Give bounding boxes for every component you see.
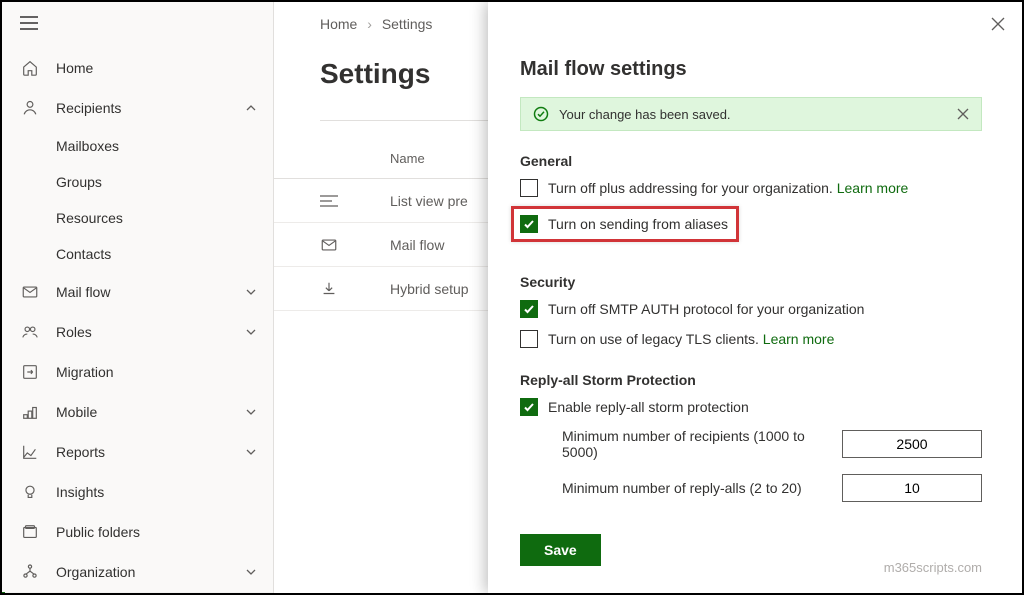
close-button[interactable] xyxy=(990,16,1006,32)
sidebar-item-public-folders[interactable]: Public folders xyxy=(2,512,273,552)
sidebar-label: Home xyxy=(56,60,257,76)
sidebar-item-mailflow[interactable]: Mail flow xyxy=(2,272,273,312)
sidebar-item-recipients[interactable]: Recipients xyxy=(2,88,273,128)
folders-icon xyxy=(20,522,40,542)
checkbox-storm-protection[interactable] xyxy=(520,398,538,416)
sidebar-sub-contacts[interactable]: Contacts xyxy=(2,236,273,272)
section-general: General xyxy=(520,153,982,169)
sidebar-item-settings[interactable]: Settings xyxy=(2,592,273,593)
checkbox-smtp-auth[interactable] xyxy=(520,300,538,318)
save-button[interactable]: Save xyxy=(520,534,601,566)
roles-icon xyxy=(20,322,40,342)
min-replyall-label: Minimum number of reply-alls (2 to 20) xyxy=(520,480,842,496)
column-name: Name xyxy=(390,151,425,166)
sidebar-item-roles[interactable]: Roles xyxy=(2,312,273,352)
sidebar: Home Recipients Mailboxes Groups Resourc… xyxy=(2,2,274,593)
sidebar-sub-resources[interactable]: Resources xyxy=(2,200,273,236)
sidebar-label: Mobile xyxy=(56,404,245,420)
sidebar-label: Organization xyxy=(56,564,245,580)
mail-icon xyxy=(320,236,390,254)
sidebar-item-migration[interactable]: Migration xyxy=(2,352,273,392)
hamburger-button[interactable] xyxy=(2,2,273,38)
sidebar-item-insights[interactable]: Insights xyxy=(2,472,273,512)
sidebar-label: Insights xyxy=(56,484,257,500)
chevron-down-icon xyxy=(245,286,257,298)
mail-icon xyxy=(20,282,40,302)
chevron-down-icon xyxy=(245,326,257,338)
watermark: m365scripts.com xyxy=(884,560,982,575)
mobile-icon xyxy=(20,402,40,422)
checkbox-plus-addressing[interactable] xyxy=(520,179,538,197)
migration-icon xyxy=(20,362,40,382)
highlight-box: Turn on sending from aliases xyxy=(511,206,739,242)
panel-title: Mail flow settings xyxy=(520,58,982,81)
user-icon xyxy=(20,98,40,118)
chevron-down-icon xyxy=(245,566,257,578)
sidebar-label: Reports xyxy=(56,444,245,460)
list-icon xyxy=(320,194,390,208)
sidebar-item-organization[interactable]: Organization xyxy=(2,552,273,592)
flyout-panel: Mail flow settings Your change has been … xyxy=(488,2,1022,593)
sidebar-item-home[interactable]: Home xyxy=(2,48,273,88)
sidebar-label: Public folders xyxy=(56,524,257,540)
sidebar-label: Recipients xyxy=(56,100,245,116)
sidebar-label: Migration xyxy=(56,364,257,380)
checkbox-sending-aliases[interactable] xyxy=(520,215,538,233)
breadcrumb-current: Settings xyxy=(382,16,433,32)
success-alert: Your change has been saved. xyxy=(520,97,982,131)
breadcrumb-home[interactable]: Home xyxy=(320,16,357,32)
sidebar-label: Roles xyxy=(56,324,245,340)
sidebar-sub-mailboxes[interactable]: Mailboxes xyxy=(2,128,273,164)
chevron-up-icon xyxy=(245,102,257,114)
sidebar-label: Mail flow xyxy=(56,284,245,300)
download-icon xyxy=(320,280,390,298)
learn-more-link[interactable]: Learn more xyxy=(837,180,909,196)
section-security: Security xyxy=(520,274,982,290)
dismiss-alert-button[interactable] xyxy=(957,108,969,120)
chevron-down-icon xyxy=(245,406,257,418)
min-recipients-input[interactable] xyxy=(842,430,982,458)
checkbox-legacy-tls[interactable] xyxy=(520,330,538,348)
org-icon xyxy=(20,562,40,582)
home-icon xyxy=(20,58,40,78)
sidebar-item-reports[interactable]: Reports xyxy=(2,432,273,472)
min-replyall-input[interactable] xyxy=(842,474,982,502)
chevron-down-icon xyxy=(245,446,257,458)
learn-more-link[interactable]: Learn more xyxy=(763,331,835,347)
insights-icon xyxy=(20,482,40,502)
reports-icon xyxy=(20,442,40,462)
section-storm: Reply-all Storm Protection xyxy=(520,372,982,388)
sidebar-item-mobile[interactable]: Mobile xyxy=(2,392,273,432)
sidebar-sub-groups[interactable]: Groups xyxy=(2,164,273,200)
check-circle-icon xyxy=(533,106,549,122)
breadcrumb-separator: › xyxy=(367,16,372,32)
min-recipients-label: Minimum number of recipients (1000 to 50… xyxy=(520,428,842,460)
alert-message: Your change has been saved. xyxy=(559,107,957,122)
